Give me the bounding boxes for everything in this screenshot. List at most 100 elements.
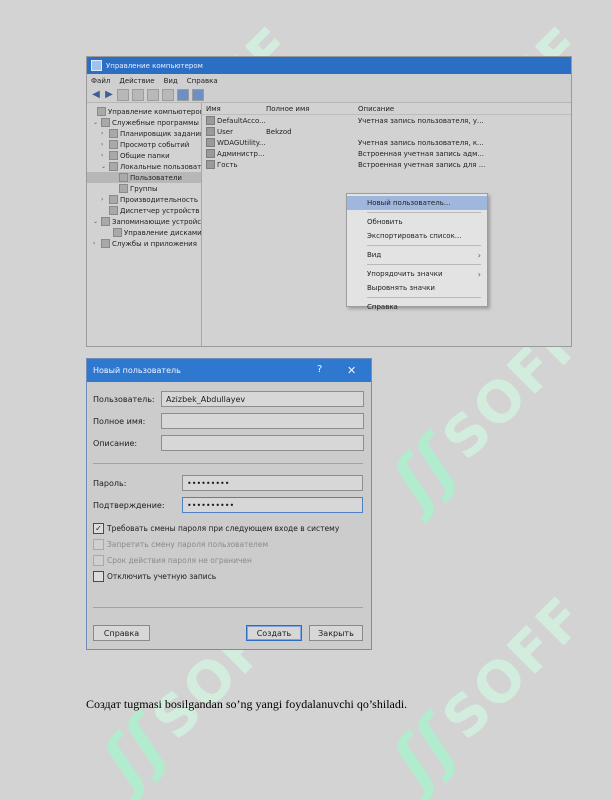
- divider: [93, 463, 363, 464]
- username-row: Пользователь: Azizbek_Abdullayev: [93, 391, 364, 407]
- folder-icon: [119, 173, 128, 182]
- up-folder-icon[interactable]: [117, 88, 129, 101]
- description-input[interactable]: [161, 435, 364, 451]
- tree-item[interactable]: › Службы и приложения: [87, 238, 201, 249]
- users-list: Имя Полное имя Описание DefaultAcco... Уч…: [202, 103, 571, 346]
- window-title: Управление компьютером: [106, 61, 203, 70]
- expand-arrow-icon: ›: [101, 130, 104, 137]
- shared-folder-icon: [109, 151, 118, 160]
- list-item[interactable]: WDAGUtility... Учетная запись пользовател…: [202, 137, 571, 148]
- menu-separator: [367, 297, 481, 298]
- divider: [93, 607, 363, 608]
- collapse-arrow-icon: ⌄: [101, 163, 107, 170]
- expand-arrow-icon: ›: [93, 240, 96, 247]
- caption-text: Создат tugmasi bosilgandan so’ng yangi f…: [86, 697, 408, 711]
- collapse-arrow-icon: ⌄: [93, 119, 99, 126]
- column-description[interactable]: Описание: [358, 105, 571, 113]
- view-icon[interactable]: [192, 88, 204, 101]
- menu-item-align[interactable]: Выровнять значки: [347, 281, 487, 295]
- new-user-dialog: Новый пользователь ? ✕ Пользователь: Azi…: [86, 358, 372, 650]
- tree-item[interactable]: Управление дисками: [87, 227, 201, 238]
- clock-icon: [109, 129, 118, 138]
- tree-item[interactable]: ⌄ Служебные программы: [87, 117, 201, 128]
- tools-icon: [101, 118, 110, 127]
- refresh-icon[interactable]: [162, 88, 174, 101]
- dialog-titlebar: Новый пользователь ? ✕: [87, 359, 371, 382]
- collapse-arrow-icon: ⌄: [93, 218, 99, 225]
- help-button[interactable]: Справка: [93, 625, 150, 641]
- services-icon: [101, 239, 110, 248]
- performance-icon: [109, 195, 118, 204]
- menu-item-export[interactable]: Экспортировать список...: [347, 229, 487, 243]
- tree-item[interactable]: Группы: [87, 183, 201, 194]
- description-label: Описание:: [93, 438, 138, 448]
- must-change-password-checkbox[interactable]: ✓ Требовать смены пароля при следующем в…: [93, 523, 339, 534]
- help-icon[interactable]: ?: [317, 364, 322, 375]
- tree-item[interactable]: › Общие папки: [87, 150, 201, 161]
- user-icon: [206, 160, 215, 169]
- menu-item-view[interactable]: Вид ›: [347, 248, 487, 262]
- menu-action[interactable]: Действие: [119, 77, 154, 85]
- menu-separator: [367, 264, 481, 265]
- expand-arrow-icon: ›: [101, 196, 104, 203]
- tree-item[interactable]: Диспетчер устройств: [87, 205, 201, 216]
- user-icon: [206, 127, 215, 136]
- show-hide-tree-icon[interactable]: [132, 88, 144, 101]
- expand-arrow-icon: ›: [101, 152, 104, 159]
- help-icon[interactable]: [177, 88, 189, 101]
- password-row: Пароль: •••••••••: [93, 475, 363, 491]
- tree-item-users[interactable]: Пользователи: [87, 172, 201, 183]
- checkbox-icon: [93, 571, 104, 582]
- menu-file[interactable]: Файл: [91, 77, 110, 85]
- disk-icon: [113, 228, 122, 237]
- toolbar: ◀ ▶: [87, 87, 571, 103]
- list-item[interactable]: Администр... Встроенная учетная запись ад…: [202, 148, 571, 159]
- column-name[interactable]: Имя: [202, 105, 266, 113]
- column-full-name[interactable]: Полное имя: [266, 105, 358, 113]
- list-item[interactable]: DefaultAcco... Учетная запись пользовател…: [202, 115, 571, 126]
- menu-item-help[interactable]: Справка: [347, 300, 487, 314]
- tree-item[interactable]: › Производительность: [87, 194, 201, 205]
- watermark-logo: ʃʃSOFF: [377, 584, 599, 800]
- menu-item-refresh[interactable]: Обновить: [347, 215, 487, 229]
- list-item[interactable]: Гость Встроенная учетная запись для ...: [202, 159, 571, 170]
- computer-icon: [97, 107, 106, 116]
- confirm-row: Подтверждение: ••••••••••: [93, 497, 363, 513]
- console-tree: Управление компьютером (л ⌄Служебные про…: [87, 103, 202, 346]
- tree-item[interactable]: › Просмотр событий: [87, 139, 201, 150]
- confirm-label: Подтверждение:: [93, 500, 165, 510]
- tree-item[interactable]: ⌄ Запоминающие устройст: [87, 216, 201, 227]
- menu-item-new-user[interactable]: Новый пользователь...: [347, 196, 487, 210]
- menu-item-arrange[interactable]: Упорядочить значки ›: [347, 267, 487, 281]
- checkbox-icon: [93, 539, 104, 550]
- user-icon: [206, 149, 215, 158]
- fullname-input[interactable]: [161, 413, 364, 429]
- description-row: Описание:: [93, 435, 364, 451]
- menu-view[interactable]: Вид: [164, 77, 178, 85]
- username-input[interactable]: Azizbek_Abdullayev: [161, 391, 364, 407]
- menu-help[interactable]: Справка: [187, 77, 218, 85]
- close-button[interactable]: Закрыть: [309, 625, 363, 641]
- password-never-expires-checkbox[interactable]: Срок действия пароля не ограничен: [93, 555, 252, 566]
- computer-management-icon: [91, 60, 102, 71]
- tree-item[interactable]: › Планировщик заданий: [87, 128, 201, 139]
- tree-item[interactable]: Управление компьютером (л: [87, 106, 201, 117]
- cannot-change-password-checkbox[interactable]: Запретить смену пароля пользователем: [93, 539, 268, 550]
- close-icon[interactable]: ✕: [347, 364, 356, 377]
- confirm-password-input[interactable]: ••••••••••: [182, 497, 363, 513]
- tree-item[interactable]: ⌄ Локальные пользовате: [87, 161, 201, 172]
- context-menu: Новый пользователь... Обновить Экспортир…: [346, 193, 488, 311]
- checkbox-icon: [93, 555, 104, 566]
- account-disabled-checkbox[interactable]: Отключить учетную запись: [93, 571, 216, 582]
- password-label: Пароль:: [93, 478, 127, 488]
- event-viewer-icon: [109, 140, 118, 149]
- user-icon: [206, 116, 215, 125]
- properties-icon[interactable]: [147, 88, 159, 101]
- forward-icon[interactable]: ▶: [104, 89, 114, 100]
- password-input[interactable]: •••••••••: [182, 475, 363, 491]
- create-button[interactable]: Создать: [246, 625, 302, 641]
- back-icon[interactable]: ◀: [91, 89, 101, 100]
- list-item[interactable]: User Bekzod: [202, 126, 571, 137]
- menu-bar: Файл Действие Вид Справка: [87, 74, 571, 87]
- folder-icon: [119, 184, 128, 193]
